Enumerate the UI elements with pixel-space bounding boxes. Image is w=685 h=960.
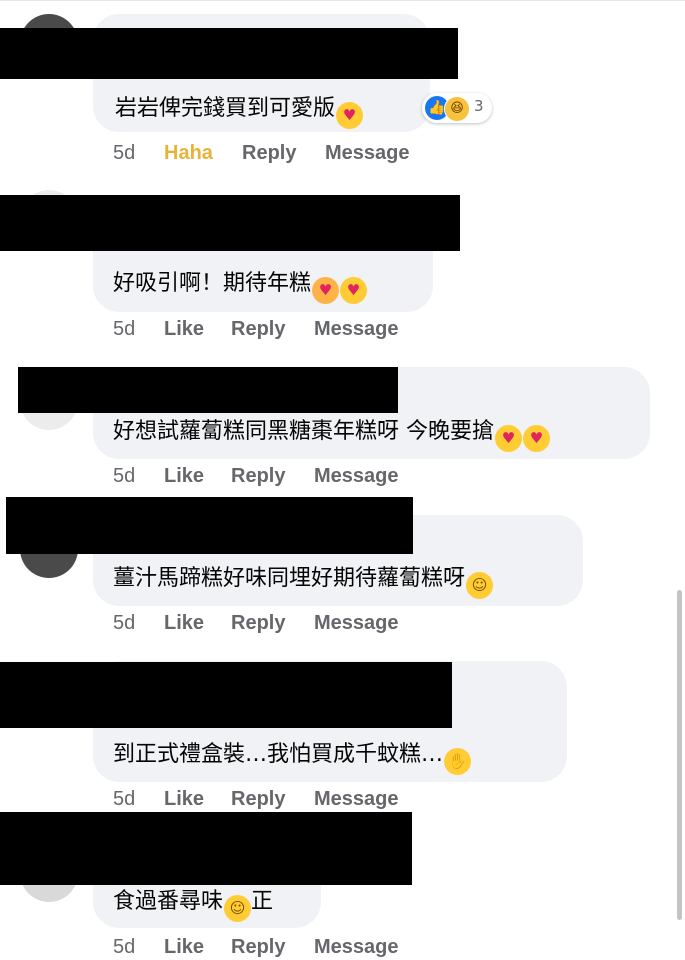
heart-eyes-emoji: ♥ — [340, 277, 368, 304]
heart-eyes-emoji: ♥ — [336, 102, 364, 129]
reply-button[interactable]: Reply — [231, 318, 285, 341]
comment-text: 岩岩俾完錢買到可愛版 ♥ — [115, 94, 364, 129]
reply-button[interactable]: Reply — [242, 142, 296, 165]
comment-text: 好吸引啊！期待年糕 ♥ ♥ — [113, 269, 368, 304]
heart-eyes-emoji: ♥ — [495, 425, 522, 452]
haha-icon: 😆 — [444, 96, 470, 122]
like-button[interactable]: Like — [164, 612, 204, 635]
like-button[interactable]: Like — [164, 465, 204, 488]
reaction-count: 3 — [474, 97, 484, 115]
message-button[interactable]: Message — [325, 142, 410, 165]
message-button[interactable]: Message — [314, 612, 399, 635]
redacted-name — [18, 367, 398, 413]
comment-text: 食過番尋味 ☺ 正 — [113, 887, 273, 922]
message-button[interactable]: Message — [314, 788, 399, 811]
heart-eyes-emoji: ♥ — [523, 425, 550, 452]
comment-text: 好想試蘿蔔糕同黑糖棗年糕呀 今晚要搶 ♥ ♥ — [113, 417, 550, 452]
yum-face-emoji: ☺ — [466, 572, 494, 599]
redacted-name — [6, 497, 413, 554]
comment-text: 薑汁馬蹄糕好味同埋好期待蘿蔔糕呀 ☺ — [113, 564, 494, 599]
redacted-name — [0, 28, 458, 79]
reply-button[interactable]: Reply — [231, 465, 285, 488]
comment-time[interactable]: 5d — [113, 936, 135, 959]
reply-button[interactable]: Reply — [231, 612, 285, 635]
reaction-summary[interactable]: 👍 😆 3 — [422, 93, 492, 123]
redacted-name — [0, 812, 412, 885]
like-button[interactable]: Like — [164, 318, 204, 341]
comment-time[interactable]: 5d — [113, 318, 135, 341]
message-button[interactable]: Message — [314, 318, 399, 341]
yum-face-emoji: ☺ — [224, 895, 252, 922]
top-divider — [0, 0, 685, 1]
redacted-name — [0, 195, 460, 251]
comment-time[interactable]: 5d — [113, 465, 135, 488]
haha-button[interactable]: Haha — [164, 142, 213, 165]
comment-text: 到正式禮盒裝…我怕買成千蚊糕… ✋ — [113, 740, 472, 775]
like-button[interactable]: Like — [164, 788, 204, 811]
reply-button[interactable]: Reply — [231, 788, 285, 811]
facepalm-emoji: ✋ — [444, 748, 472, 775]
reply-button[interactable]: Reply — [231, 936, 285, 959]
comment-time[interactable]: 5d — [113, 142, 135, 165]
scrollbar[interactable] — [677, 590, 682, 920]
comment-time[interactable]: 5d — [113, 788, 135, 811]
smiling-face-with-hearts-emoji: ♥ — [312, 277, 340, 304]
comment-time[interactable]: 5d — [113, 612, 135, 635]
like-button[interactable]: Like — [164, 936, 204, 959]
redacted-name — [0, 662, 452, 728]
message-button[interactable]: Message — [314, 936, 399, 959]
message-button[interactable]: Message — [314, 465, 399, 488]
